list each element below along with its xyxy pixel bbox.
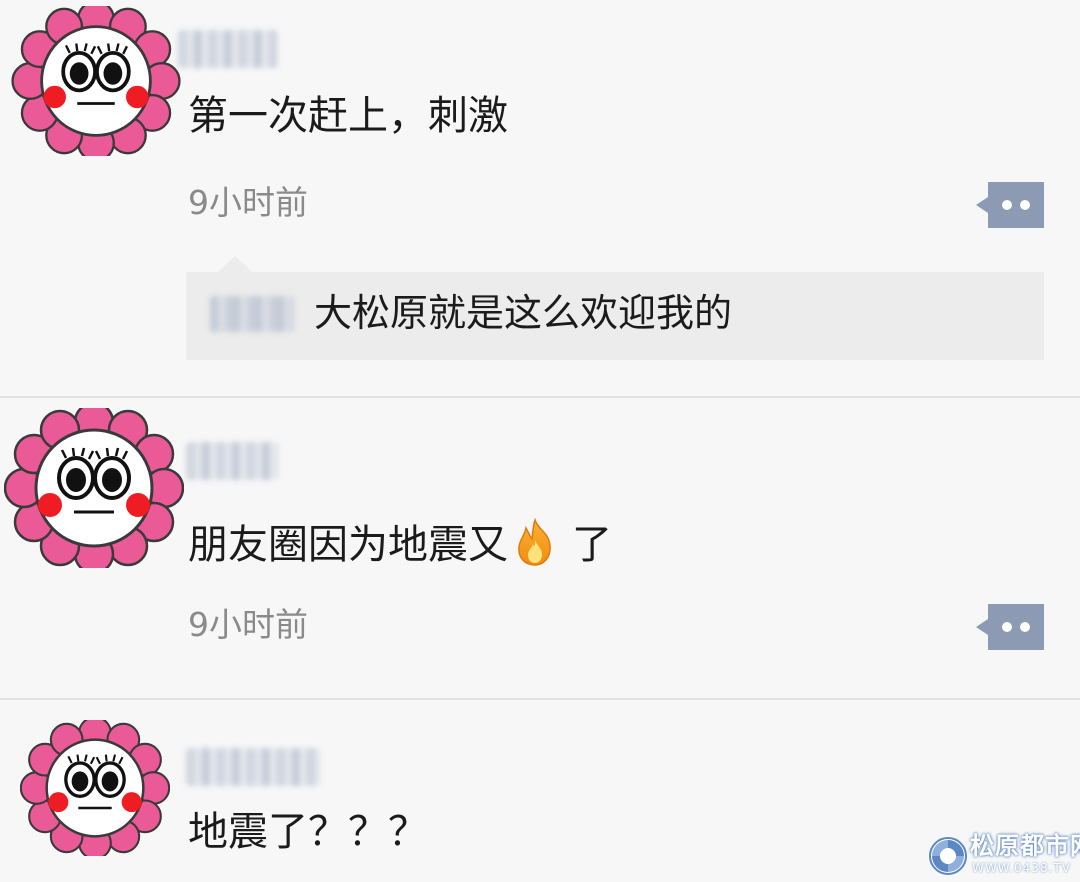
avatar[interactable] (20, 720, 170, 856)
username-blurred[interactable] (178, 30, 278, 68)
watermark-logo-icon (929, 837, 967, 875)
watermark-url: WWW.0438.TV (972, 861, 1071, 875)
comment-text-after: 了 (572, 522, 612, 568)
watermark: 松原都市网 WWW.0438.TV (928, 833, 1080, 878)
reply-pointer (218, 256, 252, 272)
avatar[interactable] (8, 6, 184, 156)
timestamp: 9小时前 (188, 605, 308, 644)
comment-text: 第一次赶上，刺激 (188, 93, 508, 139)
more-options-button[interactable] (976, 604, 1044, 650)
username-blurred[interactable] (186, 442, 278, 480)
more-options-button[interactable] (976, 182, 1044, 228)
username-blurred[interactable] (186, 748, 320, 786)
comment-text: 朋友圈因为地震又 了 (188, 518, 612, 566)
watermark-title: 松原都市网 (970, 832, 1080, 860)
comment-item: 第一次赶上，刺激 9小时前 大松原就是这么欢迎我的 (0, 0, 1080, 396)
avatar[interactable] (4, 408, 184, 568)
timestamp: 9小时前 (188, 183, 308, 222)
reply-username-blurred[interactable] (210, 296, 294, 332)
comment-text: 地震了？？？ (188, 809, 428, 855)
comment-item: 地震了？？？ (0, 700, 1080, 882)
comment-text-before: 朋友圈因为地震又 (188, 522, 508, 568)
reply-text: 大松原就是这么欢迎我的 (314, 291, 733, 335)
comment-item: 朋友圈因为地震又 了 9小时前 (0, 398, 1080, 698)
reply-item[interactable]: 大松原就是这么欢迎我的 (186, 272, 1044, 360)
fire-icon (518, 518, 551, 566)
